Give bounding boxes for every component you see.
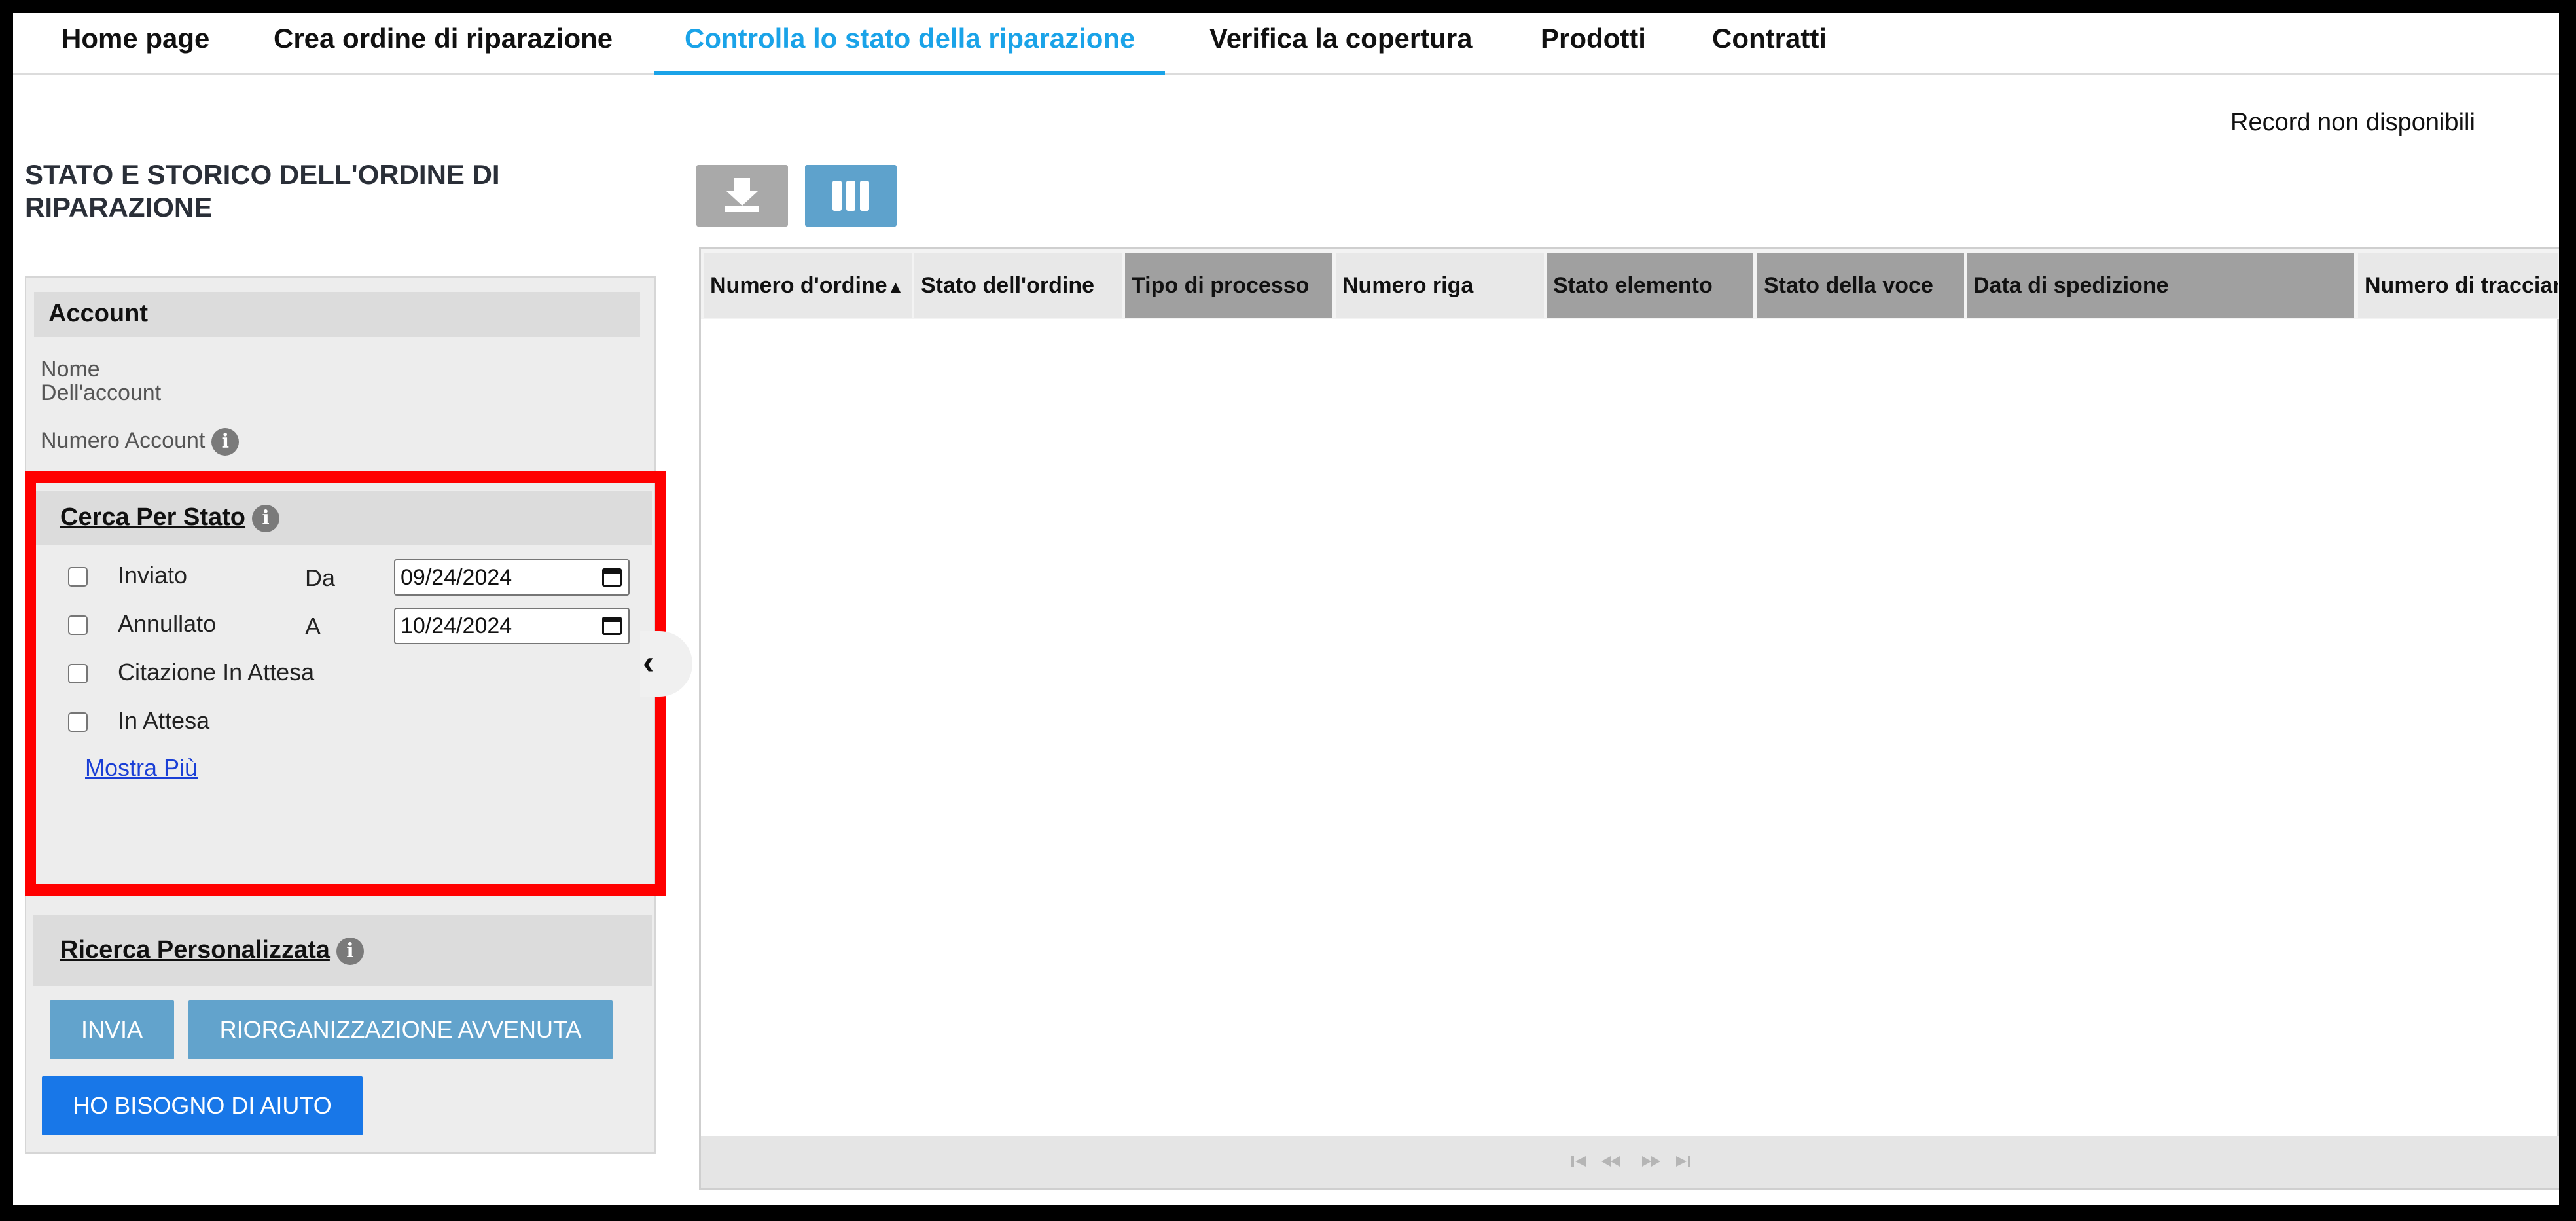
tab-home-page[interactable]: Home page — [62, 13, 209, 73]
last-page-icon[interactable] — [1672, 1153, 1693, 1170]
column-header-process-type[interactable]: Tipo di processo — [1125, 253, 1332, 318]
download-icon — [725, 178, 759, 212]
account-number-row: Numero Account i — [41, 428, 240, 456]
top-navigation: Home page Crea ordine di riparazione Con… — [13, 13, 2559, 75]
active-tab-indicator — [654, 71, 1166, 75]
column-header-element-status[interactable]: Stato elemento — [1547, 253, 1753, 318]
tab-create-repair-order[interactable]: Crea ordine di riparazione — [274, 13, 613, 73]
columns-button[interactable] — [805, 165, 897, 227]
first-page-icon[interactable] — [1569, 1153, 1590, 1170]
column-header-tracking-number[interactable]: Numero di tracciamento — [2358, 253, 2558, 318]
column-header-line-number[interactable]: Numero riga — [1336, 253, 1544, 318]
submit-button[interactable]: INVIA — [50, 1000, 174, 1059]
app-window: Home page Crea ordine di riparazione Con… — [13, 13, 2559, 1205]
tab-check-repair-status[interactable]: Controlla lo stato della riparazione — [654, 13, 1166, 75]
custom-search-heading: Ricerca Personalizzata — [60, 936, 330, 964]
download-button[interactable] — [696, 165, 788, 227]
account-section-header: Account — [34, 292, 640, 337]
records-status: Record non disponibili — [2230, 109, 2475, 136]
repair-orders-grid: Numero d'ordine▲ Stato dell'ordine Tipo … — [699, 247, 2559, 1190]
next-page-icon[interactable] — [1641, 1153, 1662, 1170]
status-search-highlight — [25, 471, 666, 896]
sort-asc-icon[interactable]: ▲ — [887, 277, 904, 297]
info-icon[interactable]: i — [336, 937, 364, 965]
tab-contracts[interactable]: Contratti — [1712, 13, 1827, 73]
tab-products[interactable]: Prodotti — [1541, 13, 1646, 73]
info-icon[interactable]: i — [211, 428, 240, 456]
reorganize-button[interactable]: RIORGANIZZAZIONE AVVENUTA — [188, 1000, 613, 1059]
previous-page-icon[interactable] — [1600, 1153, 1621, 1170]
grid-header: Numero d'ordine▲ Stato dell'ordine Tipo … — [701, 249, 2559, 319]
account-number-label: Numero Account — [41, 428, 206, 453]
column-header-order-number[interactable]: Numero d'ordine▲ — [704, 253, 912, 318]
grid-pager — [701, 1136, 2559, 1188]
column-header-label: Numero d'ordine — [710, 273, 887, 298]
collapse-panel-button[interactable]: ‹ — [640, 631, 692, 697]
help-button[interactable]: HO BISOGNO DI AIUTO — [42, 1076, 363, 1135]
column-header-shipping-date[interactable]: Data di spedizione — [1967, 253, 2354, 318]
account-name-label: Nome Dell'account — [41, 357, 162, 405]
tab-verify-coverage[interactable]: Verifica la copertura — [1209, 13, 1473, 73]
custom-search-header[interactable]: Ricerca Personalizzata i — [33, 915, 652, 986]
column-header-item-status[interactable]: Stato della voce — [1757, 253, 1964, 318]
column-header-order-status[interactable]: Stato dell'ordine — [914, 253, 1122, 318]
page-title: STATO E STORICO DELL'ORDINE DI RIPARAZIO… — [25, 159, 500, 223]
chevron-left-icon: ‹ — [643, 644, 654, 682]
tab-check-repair-status-label: Controlla lo stato della riparazione — [685, 23, 1136, 54]
columns-icon — [832, 181, 869, 211]
